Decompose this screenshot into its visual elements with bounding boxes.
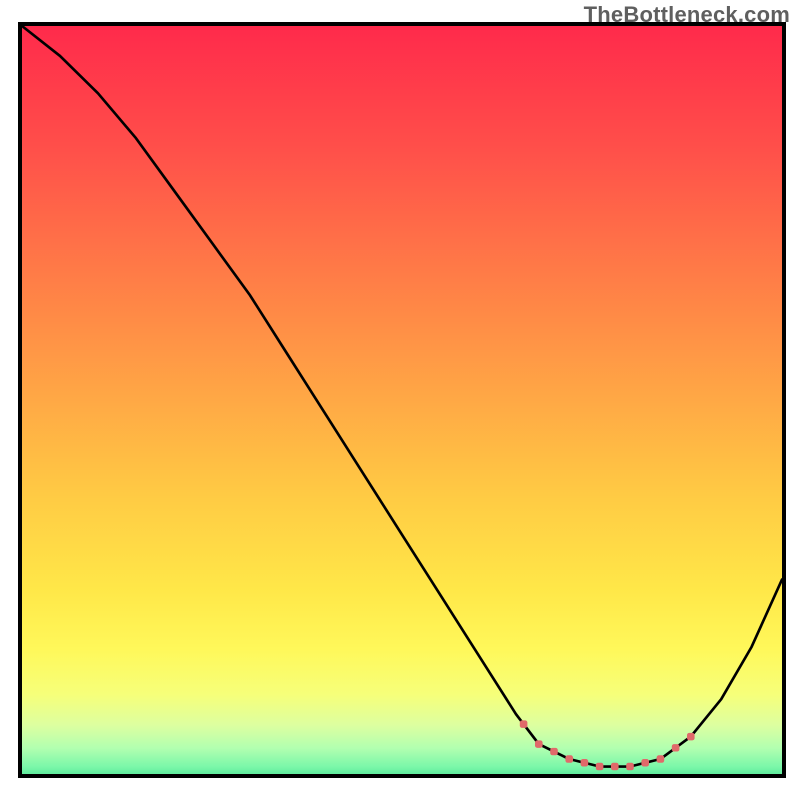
plot-area — [18, 22, 786, 778]
optimal-marker — [611, 763, 619, 770]
optimal-marker — [641, 759, 649, 766]
optimal-marker — [596, 763, 604, 770]
curve-line — [22, 26, 782, 767]
optimal-marker — [672, 744, 680, 751]
optimal-marker — [581, 759, 589, 766]
bottleneck-curve — [22, 26, 782, 774]
optimal-marker — [535, 740, 543, 747]
optimal-markers — [520, 720, 695, 770]
optimal-marker — [520, 720, 528, 727]
watermark-text: TheBottleneck.com — [584, 2, 790, 28]
optimal-marker — [687, 733, 695, 740]
optimal-marker — [626, 763, 634, 770]
chart-container: TheBottleneck.com — [0, 0, 800, 800]
optimal-marker — [657, 755, 665, 762]
optimal-marker — [565, 755, 573, 762]
optimal-marker — [550, 748, 558, 755]
